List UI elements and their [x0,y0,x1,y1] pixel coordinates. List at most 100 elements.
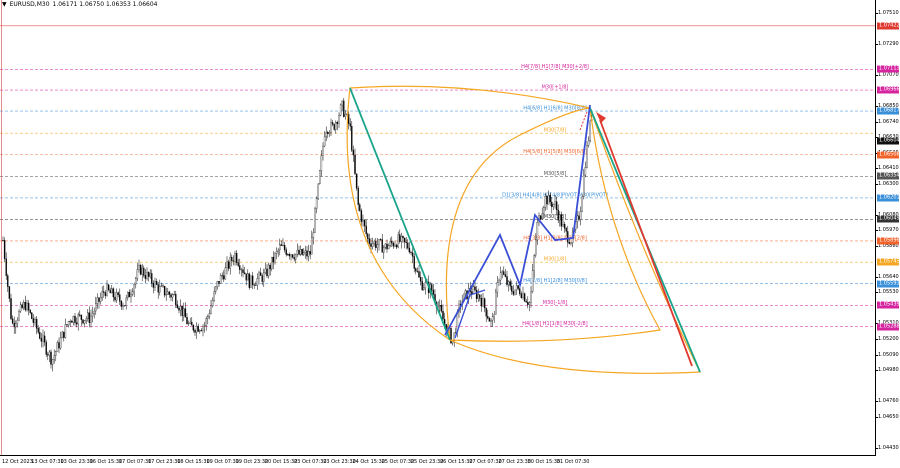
bull-candle [275,251,278,254]
bull-candle [56,342,59,352]
bear-candle [525,300,527,303]
bear-candle [403,237,406,243]
price-axis[interactable]: 1.075101.072901.070701.068501.067401.066… [876,0,900,456]
bear-candle [194,330,196,333]
bull-candle [317,183,319,199]
bear-candle [506,276,508,285]
bull-candle [464,290,467,295]
bear-candle [386,243,388,250]
time-tick-label: 18 Oct 15:30 [177,459,210,465]
bull-candle [167,291,169,295]
price-tick-label: 1.04430 [878,444,899,451]
bull-candle [507,281,510,285]
price-chart-plot-area[interactable]: H4[7/8] H1[7/8] M30[+2/8] M30[+1/8] H4[6/8… [0,0,876,456]
bear-candle [480,298,483,307]
bull-candle [341,100,343,106]
bull-candle [325,132,327,137]
bull-candle [536,222,539,241]
bear-candle [527,302,529,305]
bear-candle [35,318,38,329]
bear-candle [112,288,115,298]
bull-candle [528,302,531,305]
price-tick-label: 1.05640 [878,273,899,280]
bull-candle [496,282,499,293]
bull-candle [95,303,97,312]
bear-candle [357,188,359,205]
bull-candle [362,219,364,222]
bull-candle [373,241,375,244]
bull-candle [498,279,500,283]
bull-candle [562,223,564,227]
bull-candle [320,155,323,172]
chart-drawing-canvas[interactable]: H4[7/8] H1[7/8] M30[+2/8]M30[+1/8]H4[6/8… [0,0,876,456]
bear-candle [555,201,558,211]
bear-candle [152,282,155,288]
bear-candle [223,275,225,280]
bear-candle [419,277,422,282]
price-tick-label: 1.07070 [878,72,899,79]
bull-candle [344,114,347,117]
bull-candle [160,285,163,287]
bull-candle [42,335,44,342]
bear-candle [336,122,339,124]
bull-candle [256,278,259,286]
symbol-menu-icon[interactable]: ▼ [2,1,7,8]
bull-candle [122,305,124,307]
bear-candle [21,304,23,308]
bear-candle [117,292,119,295]
bull-candle [295,254,297,260]
symbol-timeframe: EURUSD,M30 [9,1,50,8]
bear-candle [343,100,345,117]
bear-candle [123,305,126,307]
bear-candle [283,244,286,251]
bear-candle [272,256,275,263]
bull-candle [93,310,95,314]
price-tick-label: 1.06740 [878,118,899,125]
price-level-badge: 1.05896 [877,237,900,245]
bear-candle [178,307,180,311]
bear-candle [432,289,435,295]
bull-candle [77,314,79,325]
price-level-badge: 1.06201 [877,194,900,202]
bull-candle [587,140,590,146]
arrow-head-icon [596,112,606,123]
bear-candle [107,284,110,291]
bull-candle [61,331,63,339]
bull-candle [207,316,209,319]
bull-candle [535,239,537,256]
bull-candle [522,293,524,298]
bear-candle [103,291,105,293]
bull-candle [330,122,332,133]
chart-window[interactable]: H4[7/8] H1[7/8] M30[+2/8] M30[+1/8] H4[6/8… [0,0,900,468]
bull-candle [64,324,67,338]
bear-candle [66,324,68,326]
bear-candle [395,244,398,248]
bull-candle [83,320,86,324]
bull-candle [179,305,182,311]
price-level-badge: 1.07113 [877,65,900,73]
bull-candle [127,291,129,299]
bear-candle [24,302,27,311]
bull-candle [133,283,135,293]
bear-candle [181,305,183,316]
time-tick-label: 16 Oct 15:30 [89,459,123,465]
time-axis[interactable]: 12 Oct 2023 13 Oct 07:30 13 Oct 23:30 16 Oc… [0,456,876,468]
bull-candle [85,318,87,321]
bull-candle [514,289,516,295]
bull-candle [51,359,54,365]
time-tick-label: 27 Oct 23:30 [498,459,531,465]
bear-candle [200,330,203,332]
bear-candle [3,240,6,259]
bear-candle [503,271,505,275]
time-tick-label: 25 Oct 07:30 [381,459,415,465]
bull-candle [210,305,212,314]
bull-candle [111,288,113,294]
bull-candle [547,194,550,205]
bull-candle [149,273,151,277]
bull-candle [115,292,118,301]
bear-candle [370,243,372,247]
bull-candle [53,355,55,360]
bear-candle [227,261,230,269]
price-level-badge: 1.06049 [877,215,900,223]
price-tick-label: 1.04650 [878,413,899,420]
